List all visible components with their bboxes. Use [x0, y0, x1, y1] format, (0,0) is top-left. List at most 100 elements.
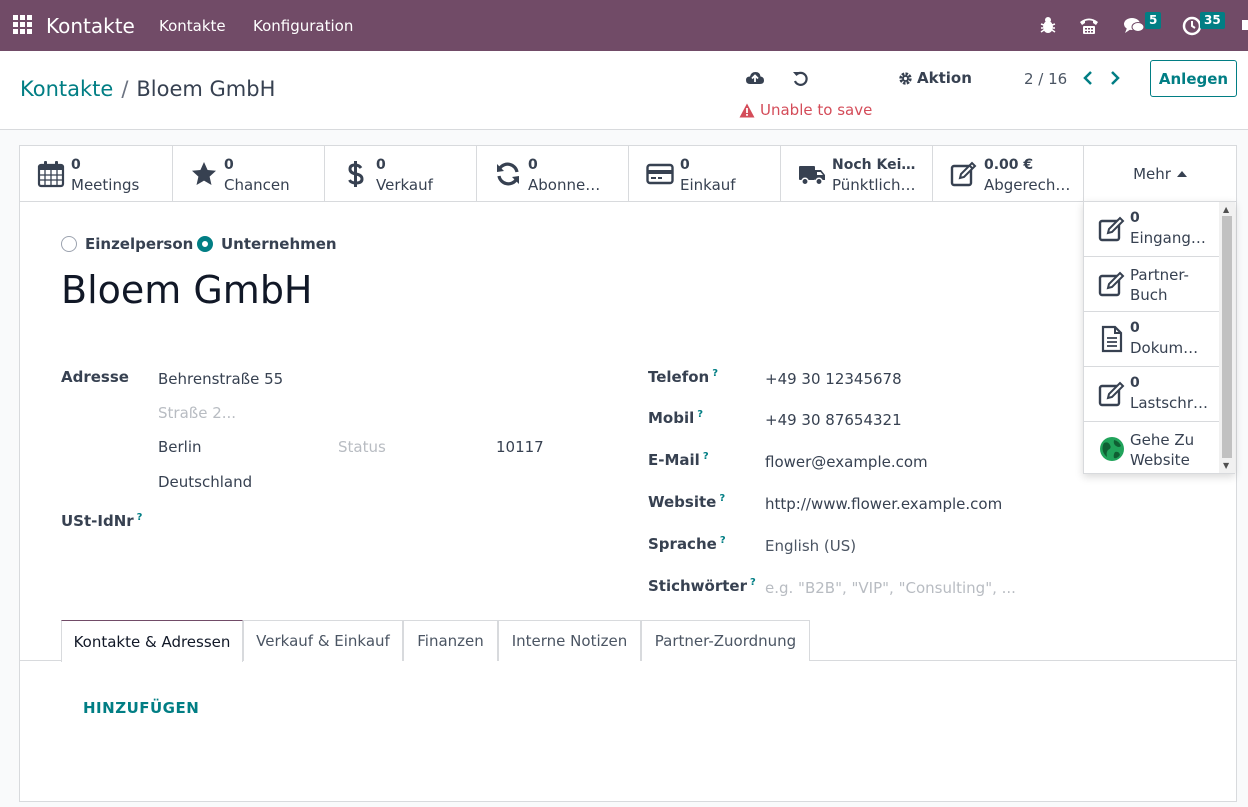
- mobile-help-icon[interactable]: ?: [697, 409, 703, 420]
- invoiced-label: Abgerech…: [984, 176, 1071, 194]
- sales-label: Verkauf: [376, 176, 433, 194]
- radio-individual-circle[interactable]: [61, 236, 77, 252]
- radio-individual-label: Einzelperson: [85, 235, 194, 253]
- tags-label: Stichwörter?: [648, 577, 756, 595]
- mobile-field[interactable]: +49 30 87654321: [765, 411, 902, 429]
- meetings-button[interactable]: 0 Meetings: [20, 146, 173, 202]
- email-label-text: E-Mail: [648, 451, 700, 469]
- invoiced-amount: 0.00 €: [984, 157, 1034, 173]
- incoming-label: Eingang…: [1130, 229, 1206, 247]
- scroll-up-arrow-icon[interactable]: ▲: [1223, 205, 1229, 214]
- tab-contacts-addresses[interactable]: Kontakte & Adressen: [61, 620, 243, 662]
- email-help-icon[interactable]: ?: [703, 451, 709, 462]
- dropdown-item-go-to-website[interactable]: Gehe Zu Website: [1084, 422, 1219, 477]
- purchases-count: 0: [680, 157, 690, 173]
- cloud-upload-icon[interactable]: [745, 69, 765, 89]
- chevron-right-icon[interactable]: [1108, 69, 1122, 87]
- tab-internal-notes[interactable]: Interne Notizen: [498, 620, 641, 661]
- action-menu-button[interactable]: Aktion: [898, 69, 972, 87]
- radio-company[interactable]: Unternehmen: [197, 235, 337, 253]
- mobile-label-text: Mobil: [648, 409, 695, 427]
- incoming-count: 0: [1130, 210, 1140, 226]
- direct-debit-count: 0: [1130, 375, 1140, 391]
- tags-input[interactable]: e.g. "B2B", "VIP", "Consulting", ...: [765, 579, 1016, 597]
- tags-help-icon[interactable]: ?: [750, 577, 756, 588]
- star-icon: [192, 162, 216, 185]
- dropdown-item-partner-ledger[interactable]: Partner- Buch: [1084, 257, 1219, 312]
- state-field[interactable]: Status: [338, 438, 386, 456]
- chevron-left-icon[interactable]: [1081, 69, 1095, 87]
- create-button[interactable]: Anlegen: [1150, 60, 1237, 97]
- country-field[interactable]: Deutschland: [158, 473, 252, 491]
- opportunities-button[interactable]: 0 Chancen: [173, 146, 325, 202]
- website-field[interactable]: http://www.flower.example.com: [765, 495, 1002, 513]
- subscriptions-button[interactable]: 0 Abonne…: [477, 146, 629, 202]
- warning-triangle-icon: [739, 103, 755, 117]
- dropdown-item-incoming[interactable]: 0 Eingang…: [1084, 202, 1219, 257]
- partner-name-field[interactable]: Bloem GmbH: [61, 268, 313, 312]
- credit-card-icon: [646, 163, 674, 185]
- zip-field[interactable]: 10117: [496, 438, 544, 456]
- phone-label: Telefon?: [648, 368, 718, 386]
- save-error-text: Unable to save: [760, 101, 873, 119]
- menu-kontakte[interactable]: Kontakte: [159, 17, 226, 35]
- opportunities-count: 0: [224, 157, 234, 173]
- scroll-down-arrow-icon[interactable]: ▼: [1223, 461, 1229, 470]
- vat-help-icon[interactable]: ?: [137, 512, 143, 523]
- apps-grid-icon[interactable]: [13, 15, 32, 34]
- breadcrumb-separator: /: [121, 77, 129, 101]
- discard-undo-icon[interactable]: [791, 69, 811, 89]
- user-menu-edge[interactable]: [1242, 20, 1248, 30]
- tab-partner-assignment[interactable]: Partner-Zuordnung: [641, 620, 810, 661]
- phone-field[interactable]: +49 30 12345678: [765, 370, 902, 388]
- language-select[interactable]: English (US): [765, 537, 856, 555]
- action-label: Aktion: [917, 69, 972, 87]
- city-field[interactable]: Berlin: [158, 438, 202, 456]
- top-navbar: Kontakte Kontakte Konfiguration 5 35: [0, 0, 1248, 51]
- email-field[interactable]: flower@example.com: [765, 453, 928, 471]
- chat-icon[interactable]: [1123, 14, 1145, 36]
- language-label: Sprache?: [648, 535, 726, 553]
- save-error-message: Unable to save: [739, 101, 872, 119]
- language-help-icon[interactable]: ?: [720, 535, 726, 546]
- tab-sales-purchase[interactable]: Verkauf & Einkauf: [243, 620, 403, 661]
- invoiced-button[interactable]: 0.00 € Abgerech…: [933, 146, 1084, 202]
- radio-individual[interactable]: Einzelperson: [61, 235, 193, 253]
- add-contact-button[interactable]: HINZUFÜGEN: [83, 699, 199, 717]
- purchases-button[interactable]: 0 Einkauf: [629, 146, 781, 202]
- street-field[interactable]: Behrenstraße 55: [158, 370, 283, 388]
- go-to-website-label-line1: Gehe Zu: [1130, 431, 1195, 449]
- vat-label: USt-IdNr?: [61, 512, 142, 530]
- menu-konfiguration[interactable]: Konfiguration: [253, 17, 353, 35]
- street2-field[interactable]: Straße 2...: [158, 404, 236, 422]
- notebook-tabs: Kontakte & Adressen Verkauf & Einkauf Fi…: [20, 620, 1236, 662]
- caret-up-icon: [1176, 171, 1187, 177]
- subscriptions-count: 0: [528, 157, 538, 173]
- edit-icon: [1098, 381, 1125, 407]
- opportunities-label: Chancen: [224, 176, 290, 194]
- dropdown-item-direct-debit[interactable]: 0 Lastschr…: [1084, 367, 1219, 422]
- phone-icon[interactable]: [1078, 14, 1100, 36]
- radio-company-circle[interactable]: [197, 236, 213, 252]
- website-help-icon[interactable]: ?: [719, 493, 725, 504]
- mobile-label: Mobil?: [648, 409, 703, 427]
- pager-value[interactable]: 2 / 16: [1024, 70, 1067, 88]
- website-label: Website?: [648, 493, 725, 511]
- app-title[interactable]: Kontakte: [46, 14, 135, 38]
- more-dropdown-toggle[interactable]: Mehr: [1084, 146, 1236, 202]
- breadcrumb-current: Bloem GmbH: [136, 77, 276, 101]
- partner-ledger-label-line1: Partner-: [1130, 266, 1189, 284]
- dropdown-item-documents[interactable]: 0 Dokum…: [1084, 312, 1219, 367]
- on-time-rate-button[interactable]: Noch Kei… Pünktlich…: [781, 146, 933, 202]
- phone-help-icon[interactable]: ?: [712, 368, 718, 379]
- dropdown-scrollbar[interactable]: ▲ ▼: [1219, 202, 1235, 473]
- scrollbar-thumb[interactable]: [1222, 216, 1232, 458]
- bug-icon[interactable]: [1037, 14, 1059, 36]
- partner-ledger-label: Partner- Buch: [1130, 265, 1189, 305]
- tab-accounting[interactable]: Finanzen: [403, 620, 498, 661]
- breadcrumb-parent-link[interactable]: Kontakte: [20, 77, 113, 101]
- globe-icon: [1100, 437, 1124, 461]
- sales-button[interactable]: 0 Verkauf: [325, 146, 477, 202]
- go-to-website-label-line2: Website: [1130, 451, 1190, 469]
- meetings-label: Meetings: [71, 176, 140, 194]
